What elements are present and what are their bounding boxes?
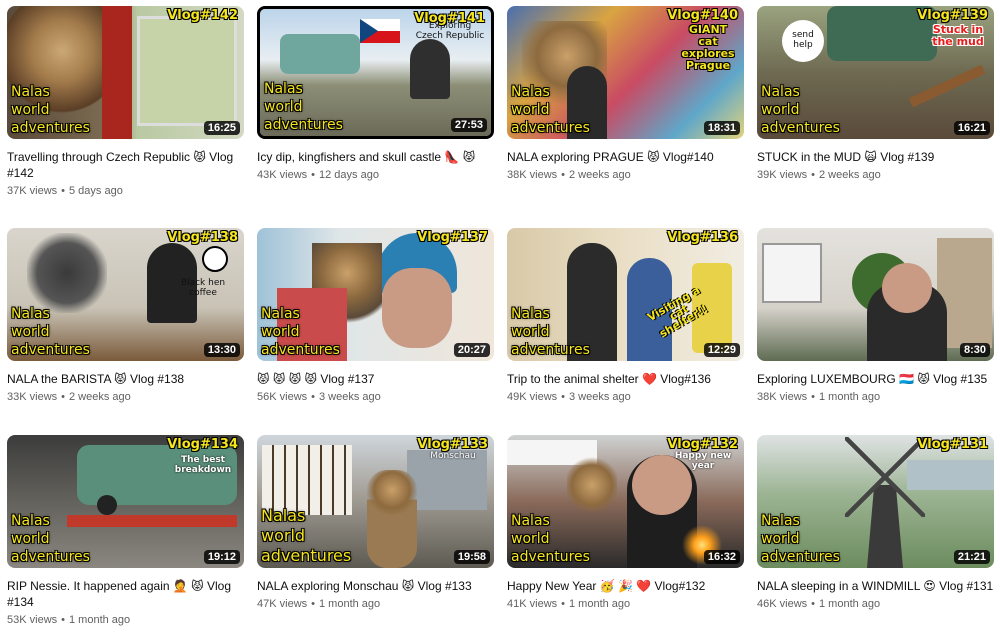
video-title[interactable]: NALA sleeping in a WINDMILL 😍 Vlog #131 (757, 578, 994, 594)
thumbnail-caption: Monschau (430, 451, 476, 461)
video-duration: 18:31 (703, 121, 740, 135)
vlog-number-label: Vlog#136 (667, 230, 738, 245)
thumbnail-caption: GIANT cat explores Prague (681, 23, 735, 72)
video-duration: 19:58 (453, 550, 490, 564)
video-thumbnail[interactable]: Monschau Vlog#133 Nalas world adventures 1… (257, 435, 494, 568)
video-card[interactable]: GIANT cat explores Prague Vlog#140 Nalas… (507, 6, 744, 228)
video-title[interactable]: NALA exploring PRAGUE 😾 Vlog#140 (507, 149, 744, 165)
channel-watermark: Nalas world adventures (761, 513, 840, 565)
video-thumbnail[interactable]: Vlog#131 Nalas world adventures 21:21 (757, 435, 994, 568)
video-title[interactable]: STUCK in the MUD 🙀 Vlog #139 (757, 149, 994, 165)
video-meta: 37K views • 5 days ago (7, 185, 123, 197)
video-card[interactable]: send help Stuck in the mud Vlog#139 Nala… (757, 6, 994, 228)
channel-watermark: Nalas world adventures (264, 81, 343, 133)
video-title[interactable]: Happy New Year 🥳 🎉 ❤️ Vlog#132 (507, 578, 744, 594)
video-card[interactable]: Visiting a cat shelter!! Vlog#136 Nalas w… (507, 228, 744, 435)
vlog-number-label: Vlog#132 (667, 437, 738, 452)
video-title[interactable]: NALA exploring Monschau 😾 Vlog #133 (257, 578, 494, 594)
video-meta: 33K views • 2 weeks ago (7, 391, 131, 403)
video-card[interactable]: Black hen coffee Vlog#138 Nalas world adve… (7, 228, 244, 435)
video-duration: 27:53 (450, 118, 487, 132)
video-duration: 19:12 (203, 550, 240, 564)
vlog-number-label: Vlog#140 (667, 8, 738, 23)
video-thumbnail[interactable]: Exploring Czech Republic Vlog#141 Nalas w… (257, 6, 494, 139)
video-thumbnail[interactable]: 8:30 (757, 228, 994, 361)
video-duration: 21:21 (953, 550, 990, 564)
channel-watermark: Nalas world adventures (11, 513, 90, 565)
video-card[interactable]: Monschau Vlog#133 Nalas world adventures 1… (257, 435, 494, 633)
video-thumbnail[interactable]: Happy new year Vlog#132 Nalas world advent… (507, 435, 744, 568)
video-meta: 39K views • 2 weeks ago (757, 169, 881, 181)
thumbnail-caption: Happy new year (674, 451, 732, 471)
video-duration: 16:32 (703, 550, 740, 564)
channel-watermark: Nalas world adventures (11, 84, 90, 136)
thumbnail-caption: Black hen coffee (180, 278, 226, 298)
speech-bubble: send help (782, 20, 824, 62)
thumbnail-caption: The best breakdown (174, 455, 232, 475)
video-card[interactable]: Happy new year Vlog#132 Nalas world advent… (507, 435, 744, 633)
vlog-number-label: Vlog#139 (917, 8, 988, 23)
video-card[interactable]: Vlog#131 Nalas world adventures 21:21 NALA… (757, 435, 994, 633)
vlog-number-label: Vlog#131 (917, 437, 988, 452)
video-meta: 56K views • 3 weeks ago (257, 391, 381, 403)
video-grid: Vlog#142 Nalas world adventures 16:25 Trav… (7, 6, 994, 633)
video-duration: 16:25 (203, 121, 240, 135)
channel-watermark: Nalas world adventures (11, 306, 90, 358)
channel-watermark: Nalas world adventures (511, 84, 590, 136)
video-meta: 41K views • 1 month ago (507, 598, 631, 610)
video-thumbnail[interactable]: The best breakdown Vlog#134 Nalas world ad… (7, 435, 244, 568)
video-title[interactable]: Icy dip, kingfishers and skull castle 👠 … (257, 149, 494, 165)
video-duration: 8:30 (959, 343, 990, 357)
video-meta: 53K views • 1 month ago (7, 614, 131, 626)
vlog-number-label: Vlog#141 (414, 11, 485, 26)
video-card[interactable]: Exploring Czech Republic Vlog#141 Nalas w… (257, 6, 494, 228)
vlog-number-label: Vlog#142 (167, 8, 238, 23)
video-thumbnail[interactable]: Vlog#142 Nalas world adventures 16:25 (7, 6, 244, 139)
video-card[interactable]: The best breakdown Vlog#134 Nalas world ad… (7, 435, 244, 633)
video-meta: 38K views • 2 weeks ago (507, 169, 631, 181)
video-duration: 20:27 (453, 343, 490, 357)
channel-watermark: Nalas world adventures (511, 306, 590, 358)
video-duration: 12:29 (703, 343, 740, 357)
video-title[interactable]: NALA the BARISTA 😾 Vlog #138 (7, 371, 244, 387)
video-title[interactable]: RIP Nessie. It happened again 🤦 😾 Vlog #… (7, 578, 244, 610)
video-meta: 47K views • 1 month ago (257, 598, 381, 610)
video-duration: 16:21 (953, 121, 990, 135)
channel-watermark: Nalas world adventures (261, 306, 340, 358)
vlog-number-label: Vlog#134 (167, 437, 238, 452)
video-thumbnail[interactable]: GIANT cat explores Prague Vlog#140 Nalas… (507, 6, 744, 139)
video-meta: 43K views • 12 days ago (257, 169, 379, 181)
video-thumbnail[interactable]: Black hen coffee Vlog#138 Nalas world adve… (7, 228, 244, 361)
vlog-number-label: Vlog#133 (417, 437, 488, 452)
video-title[interactable]: 😾 😾 😾 😾 Vlog #137 (257, 371, 494, 387)
video-card[interactable]: Vlog#142 Nalas world adventures 16:25 Trav… (7, 6, 244, 228)
video-thumbnail[interactable]: Vlog#137 Nalas world adventures 20:27 (257, 228, 494, 361)
channel-watermark: Nalas world adventures (761, 84, 840, 136)
video-meta: 46K views • 1 month ago (757, 598, 881, 610)
video-title[interactable]: Trip to the animal shelter ❤️ Vlog#136 (507, 371, 744, 387)
video-meta: 49K views • 3 weeks ago (507, 391, 631, 403)
video-card[interactable]: Vlog#137 Nalas world adventures 20:27 😾 😾 … (257, 228, 494, 435)
video-title[interactable]: Travelling through Czech Republic 😾 Vlog… (7, 149, 244, 181)
channel-watermark: Nalas world adventures (511, 513, 590, 565)
video-meta: 38K views • 1 month ago (757, 391, 881, 403)
video-thumbnail[interactable]: send help Stuck in the mud Vlog#139 Nala… (757, 6, 994, 139)
vlog-number-label: Vlog#138 (167, 230, 238, 245)
video-card[interactable]: 8:30 Exploring LUXEMBOURG 🇱🇺 😾 Vlog #135… (757, 228, 994, 435)
video-thumbnail[interactable]: Visiting a cat shelter!! Vlog#136 Nalas w… (507, 228, 744, 361)
channel-watermark: Nalas world adventures (261, 506, 352, 565)
thumbnail-caption: Stuck in the mud (932, 23, 984, 48)
video-title[interactable]: Exploring LUXEMBOURG 🇱🇺 😾 Vlog #135 (757, 371, 994, 387)
vlog-number-label: Vlog#137 (417, 230, 488, 245)
video-duration: 13:30 (203, 343, 240, 357)
